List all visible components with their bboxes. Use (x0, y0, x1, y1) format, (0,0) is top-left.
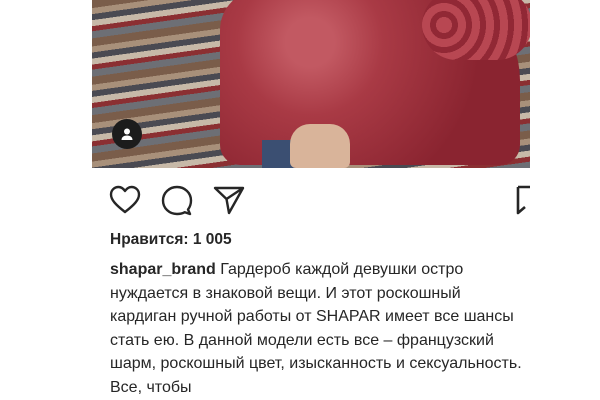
sleeve (422, 0, 530, 60)
comment-button[interactable] (160, 183, 194, 217)
comment-bubble-icon (161, 185, 193, 216)
like-button[interactable] (108, 183, 142, 217)
save-button[interactable] (512, 183, 532, 217)
likes-count[interactable]: Нравится: 1 005 (110, 231, 232, 249)
heart-outline-icon (109, 185, 141, 214)
bookmark-icon (516, 185, 530, 215)
action-bar (0, 183, 600, 219)
share-button[interactable] (212, 183, 246, 217)
caption-username[interactable]: shapar_brand (110, 261, 216, 278)
caption-text: Гардероб каждой девушки остро нуждается … (110, 261, 522, 396)
hand (290, 124, 350, 168)
paper-plane-icon (213, 186, 245, 215)
post-caption: shapar_brand Гардероб каждой девушки ост… (110, 258, 530, 400)
user-tag-button[interactable] (112, 119, 142, 149)
post-photo[interactable] (92, 0, 530, 168)
user-tag-icon (121, 128, 133, 140)
